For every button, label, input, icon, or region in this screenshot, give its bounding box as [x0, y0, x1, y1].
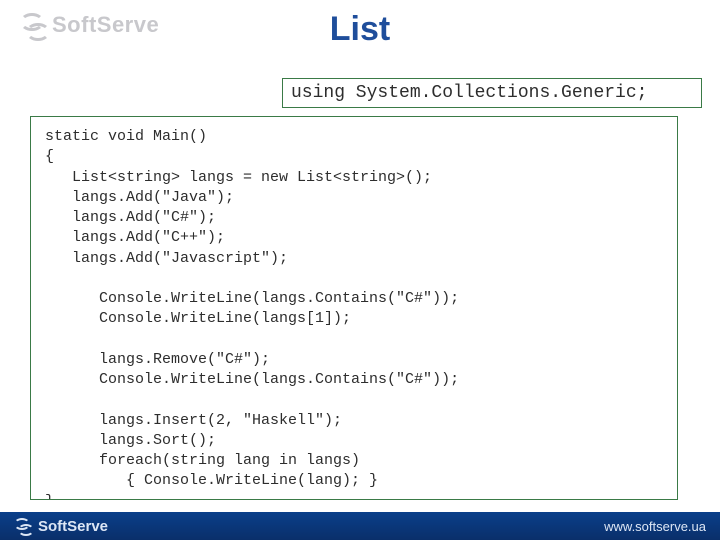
code-block: static void Main() { List<string> langs … [30, 116, 678, 500]
footer-url: www.softserve.ua [604, 519, 706, 534]
footer-brand-name: SoftServe [38, 518, 108, 535]
logo-mark-icon [14, 518, 32, 534]
footer-brand: SoftServe [14, 518, 108, 535]
using-directive-box: using System.Collections.Generic; [282, 78, 702, 108]
page-title: List [0, 10, 720, 49]
footer-bar: SoftServe www.softserve.ua [0, 512, 720, 540]
